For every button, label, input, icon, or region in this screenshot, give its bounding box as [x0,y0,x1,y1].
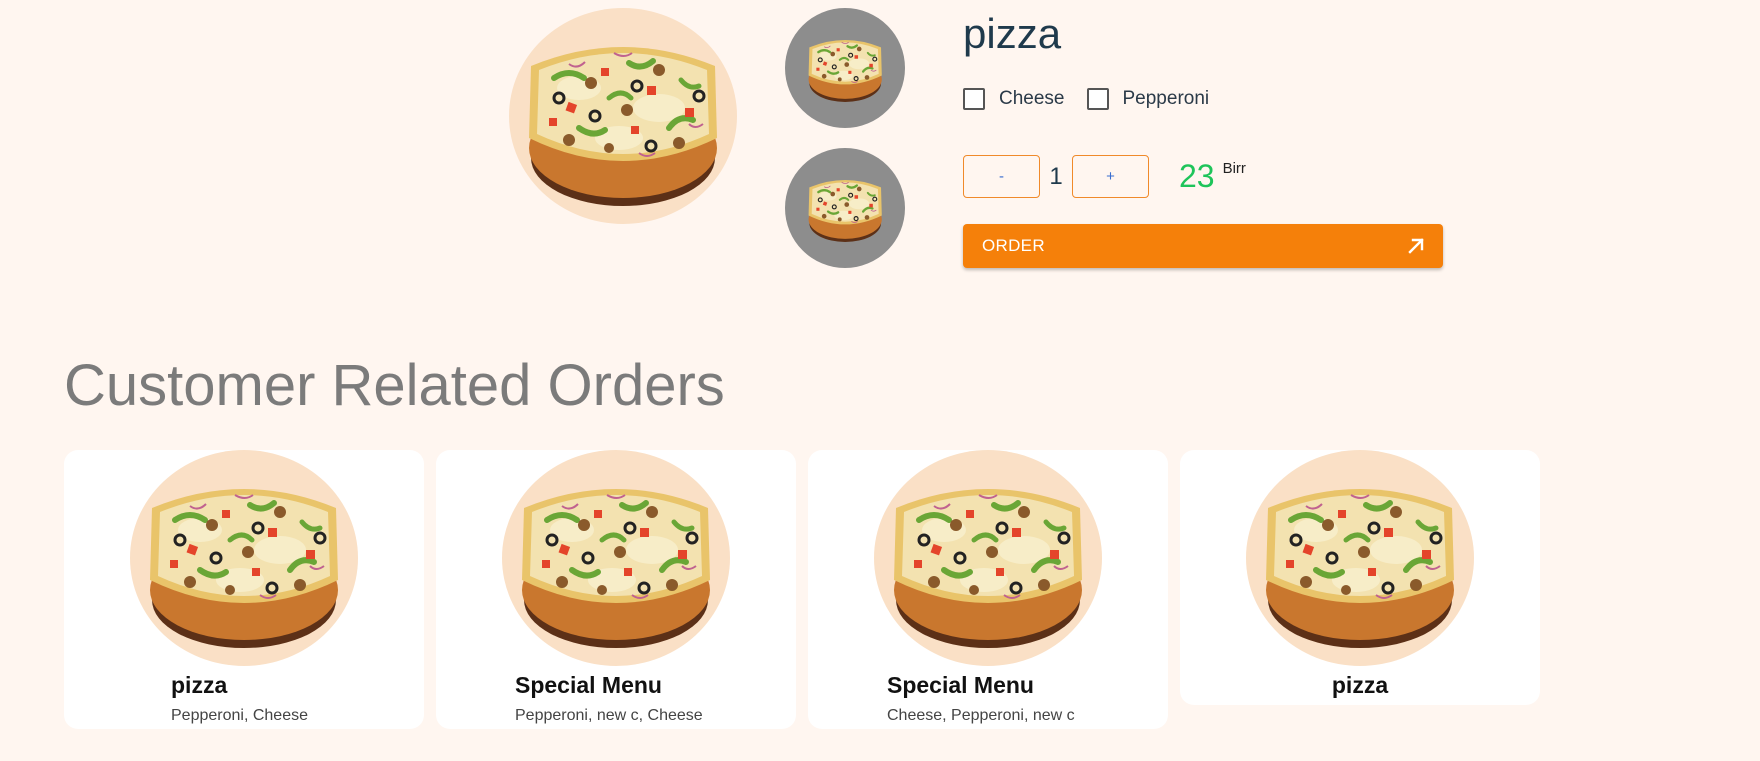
price-currency: Birr [1222,160,1246,177]
pizza-thumbnail-image [785,148,905,268]
price: 23 Birr [1179,158,1246,195]
card-image [1246,450,1474,666]
related-order-card[interactable]: Special Menu Pepperoni, new c, Cheese [436,450,796,729]
product-main-image [509,8,737,224]
checkbox-pepperoni[interactable] [1086,88,1109,110]
arrow-up-right-icon [1408,238,1424,254]
order-button-label: ORDER [982,236,1045,255]
option-pepperoni[interactable]: Pepperoni [1086,88,1210,110]
pizza-image [130,450,358,666]
product-thumbnail-1[interactable] [785,8,905,128]
option-label: Cheese [999,88,1065,109]
pizza-image [502,450,730,666]
pizza-image [874,450,1102,666]
page: pizza Cheese Pepperoni - 1 + 23 Birr ORD… [0,0,1760,761]
decrement-button[interactable]: - [963,155,1040,198]
card-toppings: Pepperoni, Cheese [171,707,308,724]
related-orders-title: Customer Related Orders [64,353,725,418]
related-order-card[interactable]: pizza [1180,450,1540,705]
related-order-card[interactable]: Special Menu Cheese, Pepperoni, new c [808,450,1168,729]
increment-button[interactable]: + [1072,155,1149,198]
related-order-card[interactable]: pizza Pepperoni, Cheese [64,450,424,729]
card-name: Special Menu [515,672,662,698]
product-title: pizza [963,10,1062,57]
quantity-value: 1 [1049,162,1063,190]
card-toppings: Cheese, Pepperoni, new c [887,707,1075,724]
card-name: pizza [1331,672,1389,698]
pizza-image [509,8,737,224]
order-button[interactable]: ORDER [963,224,1443,268]
card-image [874,450,1102,666]
option-label: Pepperoni [1122,88,1210,109]
pizza-thumbnail-image [785,8,905,128]
card-image [502,450,730,666]
quantity-row: - 1 + 23 Birr [963,155,1246,198]
product-thumbnail-2[interactable] [785,148,905,268]
option-cheese[interactable]: Cheese [963,88,1065,110]
price-amount: 23 [1179,158,1215,194]
checkbox-cheese[interactable] [963,88,985,110]
card-toppings: Pepperoni, new c, Cheese [515,707,703,724]
topping-options: Cheese Pepperoni [963,88,1231,110]
card-name: Special Menu [887,672,1034,698]
pizza-image [1246,450,1474,666]
card-name: pizza [171,672,228,698]
card-image [130,450,358,666]
